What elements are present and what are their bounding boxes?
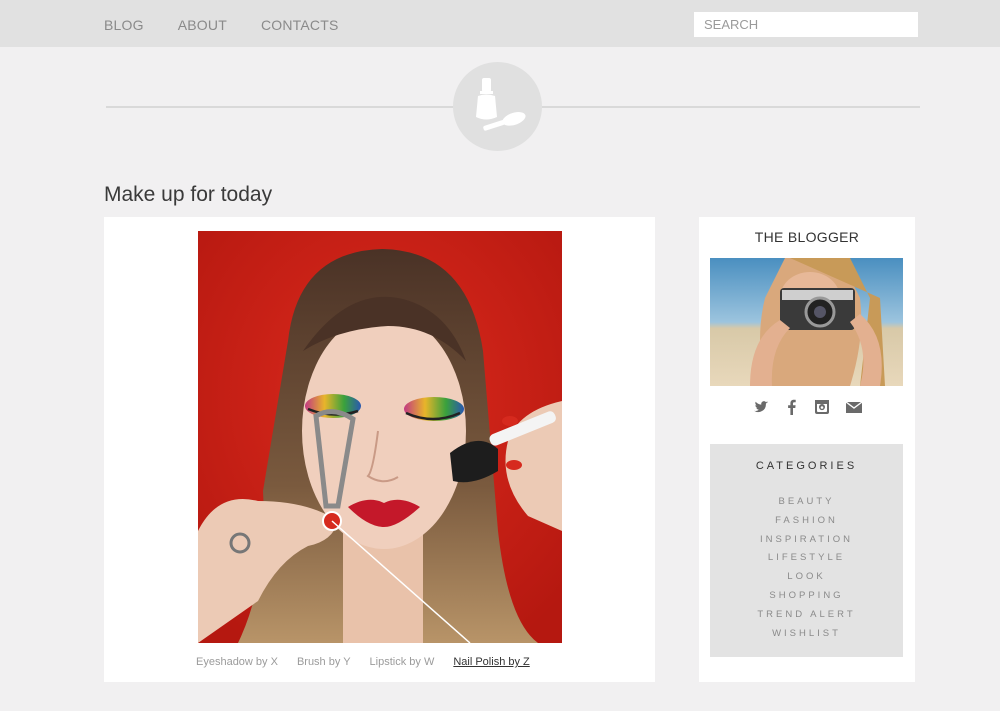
blogger-camera-image — [710, 258, 903, 386]
facebook-icon[interactable] — [784, 399, 800, 415]
product-captions: Eyeshadow by X Brush by Y Lipstick by W … — [196, 656, 530, 668]
post-card: Eyeshadow by X Brush by Y Lipstick by W … — [104, 217, 655, 682]
blogger-photo[interactable] — [710, 258, 903, 386]
nail-polish-logo[interactable] — [453, 62, 542, 151]
search-input[interactable] — [694, 12, 918, 37]
category-trend-alert[interactable]: TREND ALERT — [710, 606, 903, 625]
caption-brush[interactable]: Brush by Y — [297, 656, 351, 668]
categories-list: BEAUTY FASHION INSPIRATION LIFESTYLE LOO… — [710, 493, 903, 643]
categories-box: CATEGORIES BEAUTY FASHION INSPIRATION LI… — [710, 444, 903, 657]
caption-nail-polish-link[interactable]: Nail Polish by Z — [453, 656, 529, 668]
twitter-icon[interactable] — [753, 399, 769, 415]
caption-lipstick[interactable]: Lipstick by W — [370, 656, 435, 668]
category-inspiration[interactable]: INSPIRATION — [710, 531, 903, 550]
category-fashion[interactable]: FASHION — [710, 512, 903, 531]
category-shopping[interactable]: SHOPPING — [710, 587, 903, 606]
social-links — [753, 398, 863, 416]
caption-eyeshadow[interactable]: Eyeshadow by X — [196, 656, 278, 668]
makeup-model-image — [198, 231, 562, 643]
mail-icon[interactable] — [845, 399, 863, 415]
nav-contacts-link[interactable]: CONTACTS — [261, 17, 339, 34]
post-photo[interactable] — [198, 231, 562, 643]
category-look[interactable]: LOOK — [710, 568, 903, 587]
main-nav: BLOG ABOUT CONTACTS — [104, 17, 373, 34]
category-beauty[interactable]: BEAUTY — [710, 493, 903, 512]
category-wishlist[interactable]: WISHLIST — [710, 625, 903, 644]
sidebar-title: THE BLOGGER — [754, 229, 860, 245]
nav-about-link[interactable]: ABOUT — [178, 17, 227, 34]
category-lifestyle[interactable]: LIFESTYLE — [710, 549, 903, 568]
instagram-icon[interactable] — [814, 399, 830, 415]
categories-title: CATEGORIES — [755, 460, 858, 472]
top-navigation-bar: BLOG ABOUT CONTACTS — [0, 0, 1000, 47]
nav-blog-link[interactable]: BLOG — [104, 17, 144, 34]
post-title: Make up for today — [104, 183, 273, 206]
nail-polish-icon — [476, 78, 526, 131]
sidebar-card: THE BLOGGER CATEGORIES BEAUTY FASHION IN… — [699, 217, 915, 682]
